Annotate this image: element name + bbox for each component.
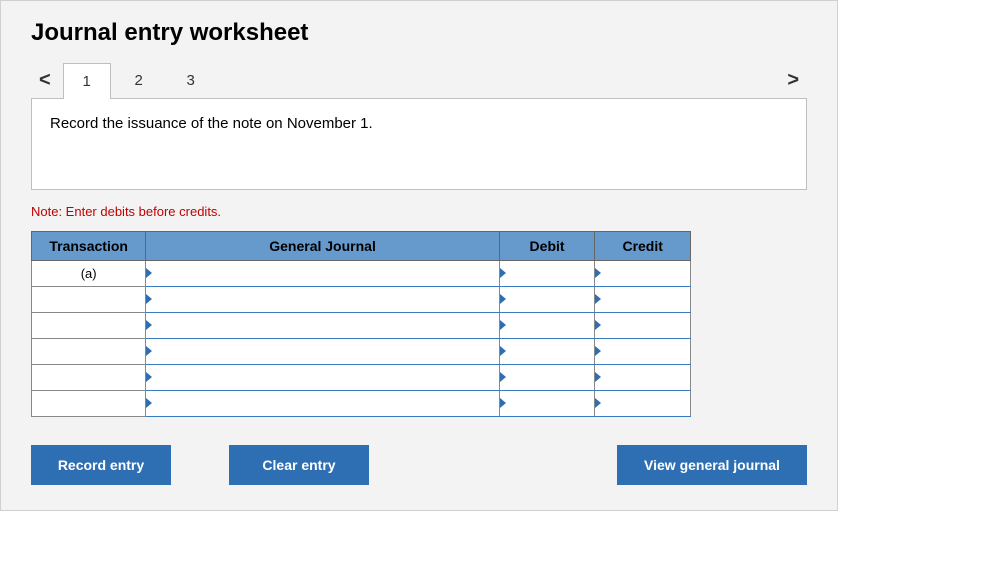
debit-cell[interactable] bbox=[499, 261, 595, 287]
debit-cell[interactable] bbox=[499, 287, 595, 313]
instruction-box: Record the issuance of the note on Novem… bbox=[31, 98, 807, 190]
worksheet-panel: Journal entry worksheet < 1 2 3 > Record… bbox=[0, 0, 838, 511]
journal-cell[interactable] bbox=[146, 261, 499, 287]
tab-row: < 1 2 3 > bbox=[31, 61, 807, 99]
credit-cell[interactable] bbox=[595, 261, 691, 287]
note-text: Note: Enter debits before credits. bbox=[31, 204, 807, 219]
transaction-cell: (a) bbox=[32, 261, 146, 287]
col-transaction: Transaction bbox=[32, 232, 146, 261]
journal-cell[interactable] bbox=[146, 365, 499, 391]
col-debit: Debit bbox=[499, 232, 595, 261]
debit-cell[interactable] bbox=[499, 313, 595, 339]
table-row: (a) bbox=[32, 261, 691, 287]
transaction-cell bbox=[32, 339, 146, 365]
debit-cell[interactable] bbox=[499, 391, 595, 417]
table-row bbox=[32, 391, 691, 417]
table-row bbox=[32, 313, 691, 339]
col-credit: Credit bbox=[595, 232, 691, 261]
credit-cell[interactable] bbox=[595, 365, 691, 391]
debit-cell[interactable] bbox=[499, 339, 595, 365]
view-general-journal-button[interactable]: View general journal bbox=[617, 445, 807, 485]
transaction-cell bbox=[32, 391, 146, 417]
page-title: Journal entry worksheet bbox=[31, 19, 807, 47]
debit-cell[interactable] bbox=[499, 365, 595, 391]
col-general-journal: General Journal bbox=[146, 232, 499, 261]
credit-cell[interactable] bbox=[595, 339, 691, 365]
credit-cell[interactable] bbox=[595, 391, 691, 417]
tab-2[interactable]: 2 bbox=[115, 62, 163, 98]
transaction-cell bbox=[32, 365, 146, 391]
table-row bbox=[32, 339, 691, 365]
credit-cell[interactable] bbox=[595, 313, 691, 339]
journal-cell[interactable] bbox=[146, 391, 499, 417]
tab-3[interactable]: 3 bbox=[167, 62, 215, 98]
record-entry-button[interactable]: Record entry bbox=[31, 445, 171, 485]
journal-entry-table: Transaction General Journal Debit Credit… bbox=[31, 231, 691, 417]
credit-cell[interactable] bbox=[595, 287, 691, 313]
journal-cell[interactable] bbox=[146, 313, 499, 339]
transaction-cell bbox=[32, 287, 146, 313]
instruction-text: Record the issuance of the note on Novem… bbox=[50, 115, 373, 132]
journal-cell[interactable] bbox=[146, 287, 499, 313]
journal-cell[interactable] bbox=[146, 339, 499, 365]
button-row: Record entry Clear entry View general jo… bbox=[31, 445, 807, 485]
tab-1[interactable]: 1 bbox=[63, 63, 111, 99]
transaction-cell bbox=[32, 313, 146, 339]
next-arrow-icon[interactable]: > bbox=[779, 69, 807, 92]
table-row bbox=[32, 287, 691, 313]
clear-entry-button[interactable]: Clear entry bbox=[229, 445, 369, 485]
table-row bbox=[32, 365, 691, 391]
prev-arrow-icon[interactable]: < bbox=[31, 69, 59, 92]
